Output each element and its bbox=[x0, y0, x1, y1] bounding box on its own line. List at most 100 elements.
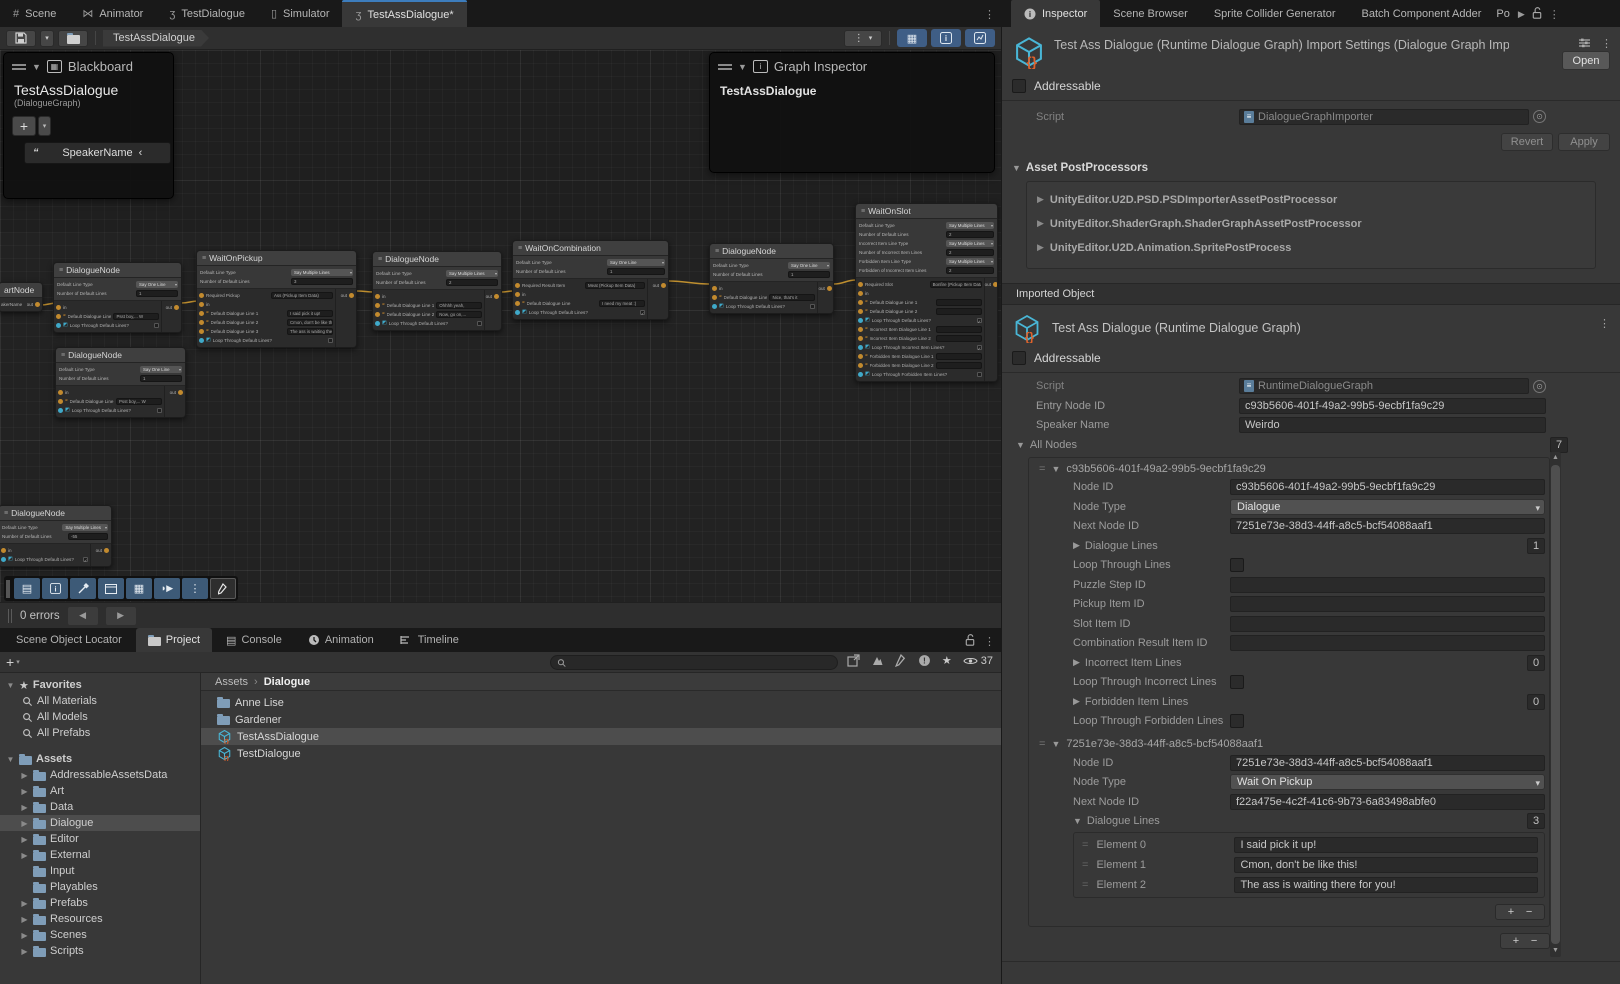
tab-timeline[interactable]: Timeline bbox=[388, 628, 471, 652]
line-port[interactable] bbox=[199, 311, 204, 316]
add-node-button[interactable]: + bbox=[1513, 935, 1519, 947]
loop-incorrect-checkbox[interactable] bbox=[1230, 675, 1244, 689]
tree-folder-resources[interactable]: ▶Resources bbox=[0, 911, 200, 927]
element-0-field[interactable]: I said pick it up! bbox=[1234, 837, 1538, 853]
crumb-assets[interactable]: Assets bbox=[215, 676, 248, 688]
lock-icon[interactable] bbox=[1531, 7, 1543, 20]
graph-node-waitonpickup[interactable]: ≡WaitOnPickup Default Line TypeSay Multi… bbox=[196, 250, 357, 348]
nodes-add-remove-buttons[interactable]: +− bbox=[1500, 933, 1550, 949]
loop-checkbox[interactable] bbox=[977, 372, 982, 377]
speaker-name-field[interactable]: Weirdo bbox=[1239, 417, 1546, 433]
all-nodes-count[interactable]: 7 bbox=[1550, 437, 1568, 453]
project-item-testassdialogue[interactable]: {} TestAssDialogue bbox=[201, 728, 1001, 745]
count-field[interactable]: 1 bbox=[136, 290, 178, 297]
in-port[interactable] bbox=[515, 292, 520, 297]
line-type-dropdown[interactable]: Say Multiple Lines bbox=[946, 240, 994, 247]
graph-options-button[interactable]: ⋮▾ bbox=[844, 30, 882, 47]
bool-port[interactable] bbox=[56, 323, 61, 328]
bool-port[interactable] bbox=[1, 557, 6, 562]
tab-scene-browser[interactable]: Scene Browser bbox=[1100, 0, 1201, 27]
entry-node-id-field[interactable]: c93b5606-401f-49a2-99b5-9ecbf1fa9c29 bbox=[1239, 398, 1546, 414]
count-field[interactable]: 2 bbox=[946, 249, 994, 256]
tree-all-models[interactable]: All Models bbox=[0, 709, 200, 725]
play-preview-button[interactable]: ◗▶ bbox=[154, 578, 180, 599]
list-add-remove-buttons[interactable]: +− bbox=[1495, 904, 1545, 920]
graph-inspector-panel[interactable]: ▼ i Graph Inspector TestAssDialogue bbox=[709, 52, 995, 173]
dialogue-lines-foldout[interactable]: ▼Dialogue Lines3 bbox=[1029, 812, 1549, 832]
pickup-item-id-field[interactable] bbox=[1230, 596, 1545, 612]
node-id-field[interactable]: c93b5606-401f-49a2-99b5-9ecbf1fa9c29 bbox=[1230, 479, 1545, 495]
in-port[interactable] bbox=[375, 294, 380, 299]
element-row[interactable]: =Element 0I said pick it up! bbox=[1074, 835, 1544, 855]
line-port[interactable] bbox=[199, 329, 204, 334]
object-picker-icon[interactable]: ⊙ bbox=[1533, 380, 1546, 393]
out-port[interactable] bbox=[104, 548, 109, 553]
tree-favorites[interactable]: ▼★Favorites bbox=[0, 677, 200, 693]
object-field[interactable]: Meat (Pickup Item Data) bbox=[585, 282, 645, 289]
postprocessor-row[interactable]: ▶UnityEditor.ShaderGraph.ShaderGraphAsse… bbox=[1027, 212, 1595, 236]
next-node-id-field[interactable]: f22a475e-4c2f-41c6-9b73-6a83498abfe0 bbox=[1230, 794, 1545, 810]
asset-postprocessors-foldout[interactable]: ▼ Asset PostProcessors bbox=[1002, 157, 1620, 179]
info-filter-icon[interactable]: ! bbox=[918, 654, 931, 667]
count-field[interactable]: 3 bbox=[291, 278, 353, 285]
graph-canvas[interactable]: ▼ ▦ Blackboard TestAssDialogue (Dialogue… bbox=[0, 50, 1001, 602]
tree-folder-external[interactable]: ▶External bbox=[0, 847, 200, 863]
line-port[interactable] bbox=[199, 320, 204, 325]
in-port[interactable] bbox=[56, 305, 61, 310]
tree-folder-scripts[interactable]: ▶Scripts bbox=[0, 943, 200, 959]
combination-result-item-id-field[interactable] bbox=[1230, 635, 1545, 651]
tree-folder-addressableassetsdata[interactable]: ▶AddressableAssetsData bbox=[0, 767, 200, 783]
inspector-menu-icon[interactable]: ⋮ bbox=[1543, 8, 1566, 27]
expand-arrow[interactable]: ▶ bbox=[20, 931, 29, 940]
addressable-checkbox[interactable] bbox=[1012, 351, 1026, 365]
count-field[interactable]: 1 bbox=[607, 268, 665, 275]
collapse-arrow-icon[interactable]: ▼ bbox=[32, 62, 41, 72]
out-port[interactable] bbox=[35, 302, 40, 307]
expand-arrow[interactable]: ▶ bbox=[20, 771, 29, 780]
visibility-toggle[interactable]: 37 bbox=[963, 655, 993, 667]
loop-checkbox[interactable]: ✓ bbox=[977, 345, 982, 350]
search-by-type-icon[interactable] bbox=[871, 654, 884, 667]
tree-folder-data[interactable]: ▶Data bbox=[0, 799, 200, 815]
line-type-dropdown[interactable]: Say Multiple Lines bbox=[946, 222, 994, 229]
line-port[interactable] bbox=[858, 309, 863, 314]
in-port[interactable] bbox=[858, 291, 863, 296]
nodes-scrollbar[interactable]: ▲ ▼ bbox=[1550, 452, 1561, 957]
tree-all-prefabs[interactable]: All Prefabs bbox=[0, 725, 200, 741]
out-port[interactable] bbox=[827, 286, 832, 291]
show-in-project-button[interactable] bbox=[58, 30, 88, 47]
loop-through-lines-checkbox[interactable] bbox=[1230, 558, 1244, 572]
in-port[interactable] bbox=[199, 302, 204, 307]
line-type-dropdown[interactable]: Say One Line bbox=[788, 262, 830, 269]
blackboard-field-speakername[interactable]: “ SpeakerName ‹ bbox=[24, 142, 171, 164]
notes-button[interactable]: ▤ bbox=[14, 578, 40, 599]
tab-project[interactable]: Project bbox=[136, 628, 212, 652]
tab-animator[interactable]: ⋈Animator bbox=[69, 0, 156, 27]
graph-node-waitoncombination[interactable]: ≡WaitOnCombination Default Line TypeSay … bbox=[512, 240, 669, 320]
line-port[interactable] bbox=[858, 327, 863, 332]
loop-checkbox[interactable] bbox=[477, 321, 482, 326]
bool-port[interactable] bbox=[375, 321, 380, 326]
remove-node-button[interactable]: − bbox=[1531, 935, 1537, 947]
object-field[interactable]: Bonfire (Pickup Item Data) bbox=[930, 281, 982, 288]
object-picker-icon[interactable]: ⊙ bbox=[1533, 110, 1546, 123]
expand-arrow[interactable]: ▶ bbox=[20, 851, 29, 860]
drag-handle-icon[interactable] bbox=[12, 64, 26, 70]
tab-testdialogue[interactable]: ʒTestDialogue bbox=[156, 0, 258, 27]
add-element-button[interactable]: + bbox=[1508, 906, 1514, 918]
breadcrumb[interactable]: TestAssDialogue bbox=[103, 30, 209, 47]
tab-sprite-collider-generator[interactable]: Sprite Collider Generator bbox=[1201, 0, 1349, 27]
open-button[interactable]: Open bbox=[1562, 51, 1610, 70]
line-port[interactable] bbox=[56, 314, 61, 319]
graph-node-waitonslot[interactable]: ≡WaitOnSlot Default Line TypeSay Multipl… bbox=[855, 203, 998, 382]
element-row[interactable]: =Element 2The ass is waiting there for y… bbox=[1074, 875, 1544, 895]
tab-more-menu-icon[interactable]: ⋮ bbox=[978, 8, 1001, 27]
scrollbar-thumb[interactable] bbox=[1551, 465, 1560, 944]
tab-inspector[interactable]: i Inspector bbox=[1011, 0, 1100, 27]
node-type-dropdown[interactable]: Dialogue bbox=[1230, 499, 1545, 515]
more-options-button[interactable]: ⋮ bbox=[182, 578, 208, 599]
create-asset-dropdown[interactable]: ▾ bbox=[16, 658, 20, 666]
bool-port[interactable] bbox=[58, 408, 63, 413]
tab-scene-object-locator[interactable]: Scene Object Locator bbox=[4, 628, 134, 652]
collapse-arrow-icon[interactable]: ▼ bbox=[738, 62, 747, 72]
